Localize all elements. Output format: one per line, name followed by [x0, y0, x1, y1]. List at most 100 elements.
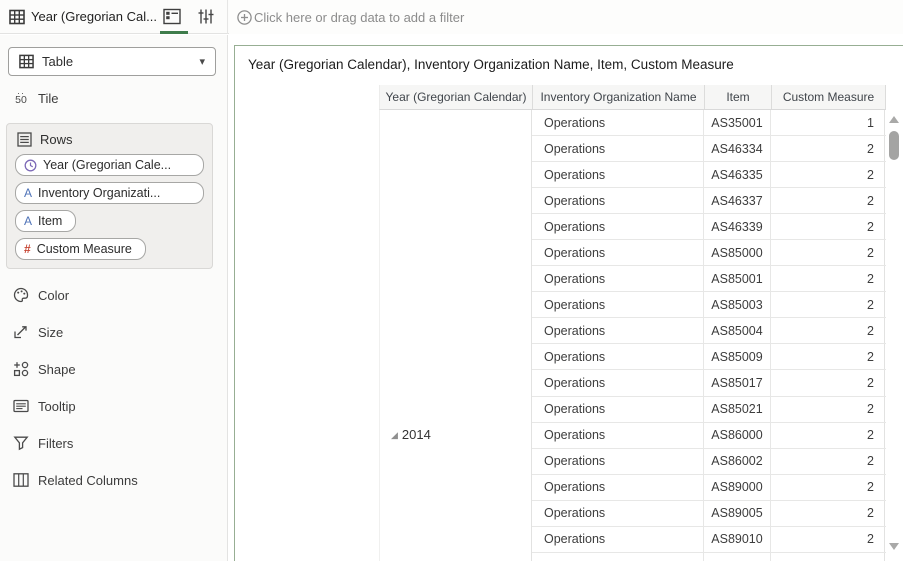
cell-item[interactable]: AS89010 — [704, 526, 771, 552]
viz-properties-icon[interactable] — [198, 8, 216, 26]
viz-type-selector[interactable]: Table ▾ — [8, 47, 216, 76]
cell-item[interactable]: AS85003 — [704, 292, 771, 318]
table-row[interactable]: Operations AS35001 1 — [532, 110, 886, 137]
table-row[interactable]: Operations AS85001 2 — [532, 266, 886, 293]
table-vertical-scrollbar[interactable] — [887, 110, 902, 561]
cell-item[interactable]: AS46334 — [704, 136, 771, 162]
cell-org[interactable]: Operations — [532, 292, 704, 318]
table-row[interactable]: Operations AS89005 2 — [532, 500, 886, 527]
cell-org[interactable]: Operations — [532, 526, 704, 552]
cell-value[interactable]: 2 — [771, 240, 885, 266]
table-row[interactable]: Operations AS85021 2 — [532, 396, 886, 423]
drop-target-color[interactable]: Color — [12, 287, 138, 303]
cell-org[interactable]: Operations — [532, 266, 704, 292]
cell-org[interactable]: Operations — [532, 396, 704, 422]
cell-item[interactable]: AS85021 — [704, 396, 771, 422]
cell-item[interactable]: AS46339 — [704, 214, 771, 240]
cell-value[interactable]: 2 — [771, 500, 885, 526]
cell-org[interactable]: Operations — [532, 448, 704, 474]
drop-target-filters[interactable]: Filters — [12, 435, 138, 451]
scrollbar-thumb[interactable] — [889, 131, 899, 160]
cell-item[interactable]: AS85000 — [704, 240, 771, 266]
cell-value[interactable]: 1 — [771, 110, 885, 136]
pill-inventory-organization[interactable]: A Inventory Organizati... — [15, 182, 204, 204]
table-row[interactable]: Operations AS85004 2 — [532, 318, 886, 345]
cell-org[interactable]: Operations — [532, 500, 704, 526]
pill-custom-measure[interactable]: # Custom Measure — [15, 238, 146, 260]
cell-org[interactable]: Operations — [532, 422, 704, 448]
cell-value[interactable]: 2 — [771, 422, 885, 448]
cell-org[interactable]: Operations — [532, 188, 704, 214]
table-row[interactable]: Operations AS86000 2 — [532, 422, 886, 449]
table-row[interactable]: Operations AS46337 2 — [532, 188, 886, 215]
cell-item[interactable]: AS89005 — [704, 500, 771, 526]
cell-value[interactable]: 2 — [771, 266, 885, 292]
cell-org[interactable]: Operations — [532, 344, 704, 370]
cell-org[interactable]: Operations — [532, 474, 704, 500]
filter-bar[interactable]: Click here or drag data to add a filter — [229, 0, 903, 34]
cell-value[interactable]: 2 — [771, 162, 885, 188]
cell-value[interactable]: 2 — [771, 344, 885, 370]
cell-value[interactable]: 2 — [771, 188, 885, 214]
cell-item[interactable]: AS46337 — [704, 188, 771, 214]
cell-value[interactable]: 2 — [771, 136, 885, 162]
cell-org[interactable]: Operations — [532, 110, 704, 136]
column-header-item[interactable]: Item — [705, 85, 772, 109]
column-header-org[interactable]: Inventory Organization Name — [533, 85, 705, 109]
scroll-down-icon[interactable] — [889, 543, 899, 550]
cell-value[interactable]: 2 — [771, 292, 885, 318]
table-row[interactable]: Operations AS89010 2 — [532, 526, 886, 553]
grammar-panel-tab-icon[interactable] — [163, 8, 181, 26]
cell-value[interactable] — [771, 552, 885, 561]
cell-org[interactable]: Operations — [532, 162, 704, 188]
table-row[interactable]: Operations AS89000 2 — [532, 474, 886, 501]
drop-target-tooltip[interactable]: Tooltip — [12, 398, 138, 414]
drop-target-size[interactable]: Size — [12, 324, 138, 340]
cell-value[interactable]: 2 — [771, 474, 885, 500]
cell-value[interactable]: 2 — [771, 396, 885, 422]
year-expand-icon[interactable]: ◢ — [391, 430, 398, 440]
table-row[interactable]: Operations AS86002 2 — [532, 448, 886, 475]
cell-item[interactable]: AS85017 — [704, 370, 771, 396]
pill-year[interactable]: Year (Gregorian Cale... — [15, 154, 204, 176]
cell-org[interactable]: Operations — [532, 214, 704, 240]
scroll-up-icon[interactable] — [889, 116, 899, 123]
cell-item[interactable]: AS85001 — [704, 266, 771, 292]
table-body: ◢ 2014 Operations AS35001 1 Operations A… — [379, 110, 886, 561]
table-row[interactable]: Operations AS85017 2 — [532, 370, 886, 397]
table-row-partial[interactable] — [532, 552, 886, 561]
cell-item[interactable]: AS85004 — [704, 318, 771, 344]
cell-item[interactable]: AS89000 — [704, 474, 771, 500]
year-group-toggle[interactable]: ◢ 2014 — [391, 427, 431, 442]
drop-target-shape[interactable]: Shape — [12, 361, 138, 377]
add-filter-icon[interactable] — [237, 9, 252, 25]
cell-org[interactable]: Operations — [532, 240, 704, 266]
cell-org[interactable] — [532, 552, 704, 561]
table-row[interactable]: Operations AS46334 2 — [532, 136, 886, 163]
cell-value[interactable]: 2 — [771, 318, 885, 344]
drop-target-related-columns[interactable]: Related Columns — [12, 472, 138, 488]
drop-target-tile[interactable]: ·· 50 Tile — [12, 88, 58, 107]
pill-item[interactable]: A Item — [15, 210, 77, 232]
cell-item[interactable]: AS86000 — [704, 422, 771, 448]
column-header-year[interactable]: Year (Gregorian Calendar) — [380, 85, 533, 109]
table-row[interactable]: Operations AS85009 2 — [532, 344, 886, 371]
cell-item[interactable]: AS85009 — [704, 344, 771, 370]
cell-value[interactable]: 2 — [771, 448, 885, 474]
table-row[interactable]: Operations AS85000 2 — [532, 240, 886, 267]
cell-org[interactable]: Operations — [532, 318, 704, 344]
table-row[interactable]: Operations AS46339 2 — [532, 214, 886, 241]
cell-item[interactable] — [704, 552, 771, 561]
table-row[interactable]: Operations AS46335 2 — [532, 162, 886, 189]
column-header-measure[interactable]: Custom Measure — [772, 85, 886, 109]
cell-value[interactable]: 2 — [771, 526, 885, 552]
cell-item[interactable]: AS46335 — [704, 162, 771, 188]
table-visualization[interactable]: Year (Gregorian Calendar), Inventory Org… — [234, 45, 903, 561]
cell-item[interactable]: AS86002 — [704, 448, 771, 474]
cell-value[interactable]: 2 — [771, 214, 885, 240]
cell-item[interactable]: AS35001 — [704, 110, 771, 136]
cell-org[interactable]: Operations — [532, 370, 704, 396]
cell-org[interactable]: Operations — [532, 136, 704, 162]
cell-value[interactable]: 2 — [771, 370, 885, 396]
table-row[interactable]: Operations AS85003 2 — [532, 292, 886, 319]
